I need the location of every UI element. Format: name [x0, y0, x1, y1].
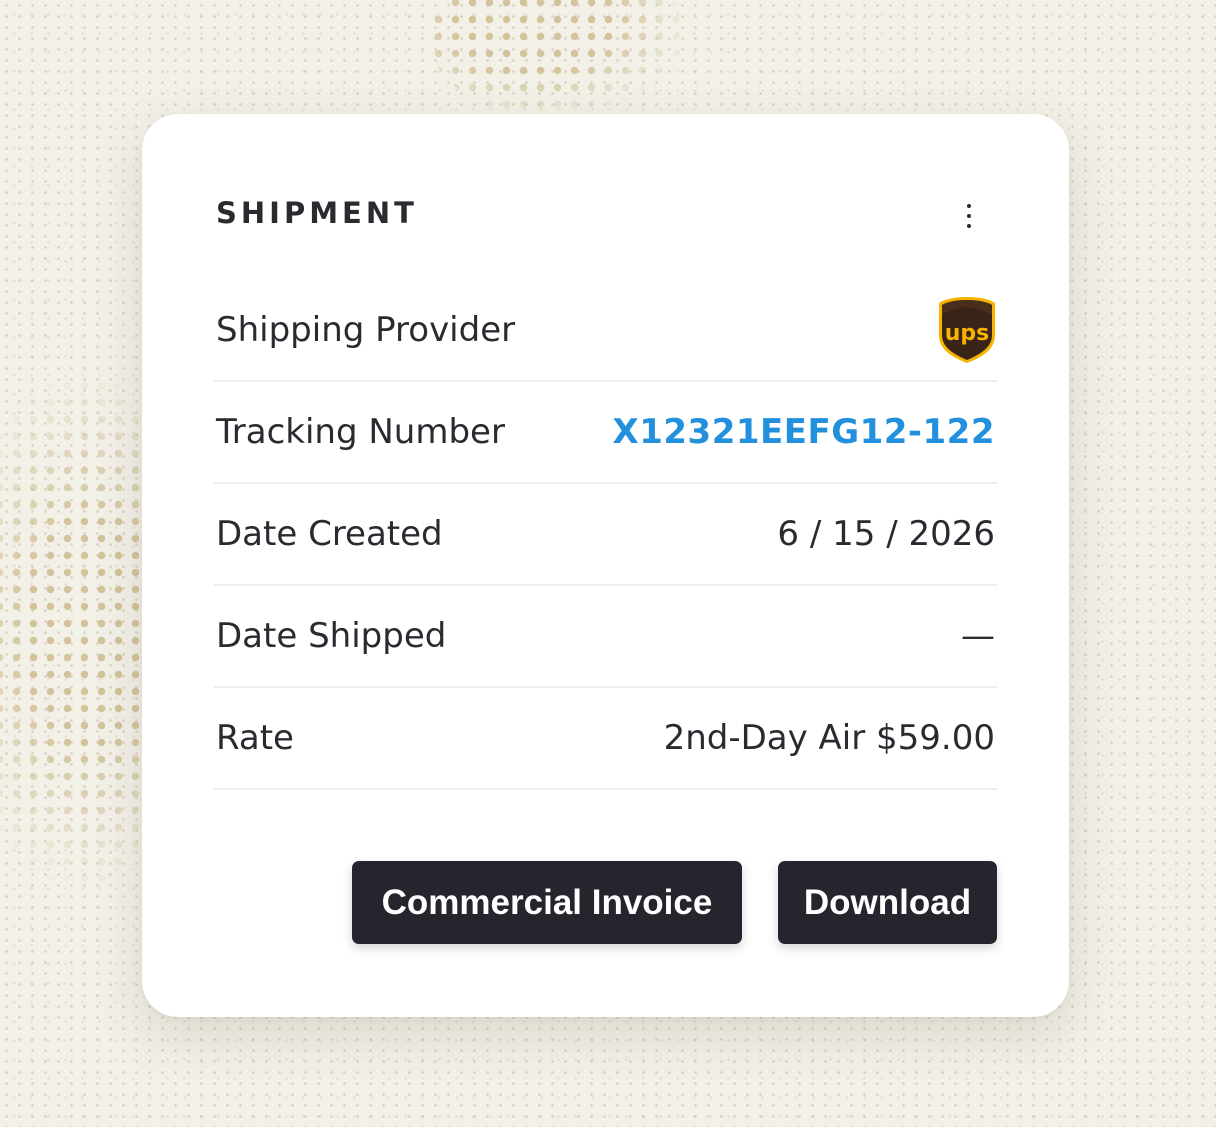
shipment-card: SHIPMENT Shipping Provider ups Tracking … — [142, 114, 1069, 1017]
tracking-number-label: Tracking Number — [216, 412, 505, 452]
rate-value: 2nd-Day Air $59.00 — [663, 718, 995, 758]
date-shipped-row: Date Shipped — — [214, 586, 997, 688]
ups-logo-text: ups — [945, 321, 990, 346]
shipping-provider-label: Shipping Provider — [216, 310, 516, 350]
card-title: SHIPMENT — [216, 196, 418, 230]
tracking-number-link[interactable]: X12321EEFG12-122 — [613, 412, 995, 452]
commercial-invoice-button[interactable]: Commercial Invoice — [352, 861, 742, 944]
date-created-value: 6 / 15 / 2026 — [777, 514, 995, 554]
more-vertical-icon[interactable] — [954, 196, 984, 236]
date-shipped-label: Date Shipped — [216, 616, 447, 656]
background-dot-pattern-top — [430, 0, 690, 120]
download-button[interactable]: Download — [778, 861, 997, 944]
kebab-dot — [967, 224, 971, 228]
date-shipped-value: — — [961, 616, 995, 656]
tracking-number-row: Tracking Number X12321EEFG12-122 — [214, 382, 997, 484]
date-created-label: Date Created — [216, 514, 443, 554]
rate-row: Rate 2nd-Day Air $59.00 — [214, 688, 997, 790]
kebab-dot — [967, 204, 971, 208]
kebab-dot — [967, 214, 971, 218]
ups-logo: ups — [937, 295, 997, 365]
rate-label: Rate — [216, 718, 294, 758]
date-created-row: Date Created 6 / 15 / 2026 — [214, 484, 997, 586]
shipping-provider-row: Shipping Provider ups — [214, 280, 997, 382]
